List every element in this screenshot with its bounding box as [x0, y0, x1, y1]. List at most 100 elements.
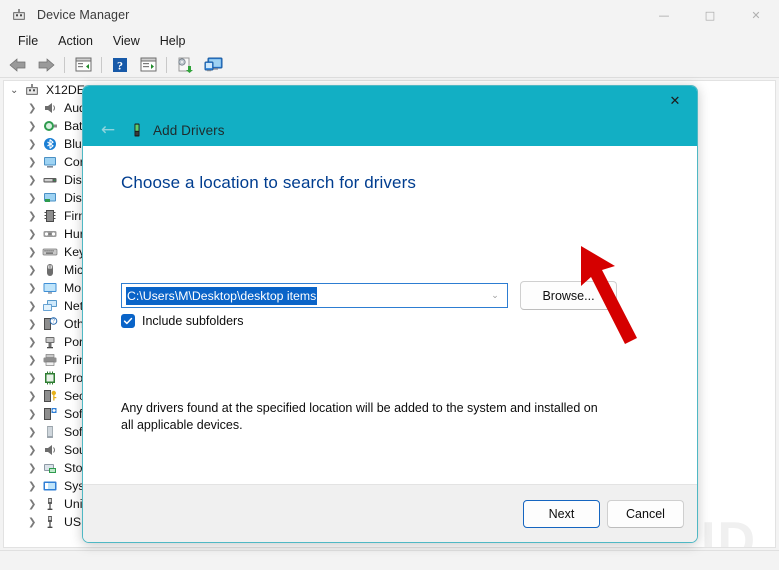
location-input-value[interactable]: C:\Users\M\Desktop\desktop items — [126, 286, 318, 305]
tree-item-label: Cor — [64, 155, 84, 169]
system-device-icon — [42, 478, 58, 494]
disk-drive-icon — [42, 172, 58, 188]
menu-item-help[interactable]: Help — [150, 32, 196, 50]
computer-icon — [42, 154, 58, 170]
chevron-right-icon[interactable]: ❯ — [28, 391, 42, 402]
chevron-right-icon[interactable]: ❯ — [28, 175, 42, 186]
dialog-heading: Choose a location to search for drivers — [121, 173, 416, 192]
display-adapter-icon — [42, 190, 58, 206]
firmware-icon — [42, 208, 58, 224]
location-combobox[interactable]: C:\Users\M\Desktop\desktop items ⌄ — [121, 283, 508, 308]
chevron-right-icon[interactable]: ❯ — [28, 301, 42, 312]
chevron-right-icon[interactable]: ❯ — [28, 121, 42, 132]
chevron-right-icon[interactable]: ❯ — [28, 157, 42, 168]
dialog-body: Choose a location to search for drivers … — [83, 146, 697, 484]
software-device-icon — [42, 424, 58, 440]
tree-item-label: Uni — [64, 497, 83, 511]
include-subfolders-row[interactable]: Include subfolders — [121, 314, 243, 328]
menu-item-view[interactable]: View — [103, 32, 150, 50]
dialog-title: Add Drivers — [153, 122, 225, 138]
dialog-close-button[interactable]: ✕ — [653, 86, 697, 116]
toolbar-separator — [166, 56, 167, 73]
help-icon[interactable]: ? — [107, 54, 133, 76]
tree-item-label: Sof — [64, 425, 83, 439]
include-subfolders-checkbox[interactable] — [121, 314, 135, 328]
battery-icon — [42, 118, 58, 134]
device-icon — [129, 122, 145, 138]
chevron-right-icon[interactable]: ❯ — [28, 517, 42, 528]
sound-controller-icon — [42, 442, 58, 458]
browse-button[interactable]: Browse... — [520, 281, 617, 310]
network-adapter-icon — [42, 298, 58, 314]
menu-item-file[interactable]: File — [8, 32, 48, 50]
next-button[interactable]: Next — [523, 500, 600, 528]
device-manager-icon — [11, 7, 27, 23]
chevron-right-icon[interactable]: ❯ — [28, 355, 42, 366]
cancel-button[interactable]: Cancel — [607, 500, 684, 528]
window-controls: — □ ✕ — [641, 0, 779, 30]
tree-item-label: Sto — [64, 461, 83, 475]
add-drivers-dialog: ✕ ← Add Drivers Choose a location to sea… — [82, 85, 698, 543]
menu-bar: File Action View Help — [0, 30, 779, 52]
chevron-right-icon[interactable]: ❯ — [28, 193, 42, 204]
window-title: Device Manager — [37, 8, 130, 22]
tree-item-label: Pro — [64, 371, 84, 385]
chevron-right-icon[interactable]: ❯ — [28, 247, 42, 258]
svg-text:?: ? — [117, 58, 123, 72]
chevron-right-icon[interactable]: ❯ — [28, 265, 42, 276]
usb-icon — [42, 514, 58, 530]
dialog-header: ✕ ← Add Drivers — [83, 86, 697, 146]
dialog-nav: ← Add Drivers — [93, 116, 225, 144]
software-component-icon — [42, 406, 58, 422]
other-device-icon: ? — [42, 316, 58, 332]
mouse-icon — [42, 262, 58, 278]
processor-icon — [42, 370, 58, 386]
update-driver-icon[interactable] — [172, 54, 198, 76]
back-arrow-icon[interactable]: ← — [93, 117, 123, 143]
tree-item-label: Sof — [64, 407, 83, 421]
maximize-button[interactable]: □ — [687, 0, 733, 30]
chevron-right-icon[interactable]: ❯ — [28, 481, 42, 492]
tree-item-label: Mic — [64, 263, 84, 277]
chevron-right-icon[interactable]: ❯ — [28, 229, 42, 240]
chevron-down-icon[interactable]: ⌄ — [483, 284, 507, 307]
storage-controller-icon — [42, 460, 58, 476]
status-bar — [0, 550, 779, 570]
chevron-right-icon[interactable]: ❯ — [28, 445, 42, 456]
monitor-icon — [42, 280, 58, 296]
chevron-right-icon[interactable]: ❯ — [28, 103, 42, 114]
chevron-right-icon[interactable]: ❯ — [28, 319, 42, 330]
tree-item-label: Por — [64, 335, 84, 349]
chevron-right-icon[interactable]: ❯ — [28, 337, 42, 348]
human-interface-icon — [42, 226, 58, 242]
chevron-right-icon[interactable]: ❯ — [28, 283, 42, 294]
chevron-down-icon[interactable]: ⌄ — [10, 85, 24, 96]
watermark-logo: ID — [701, 512, 757, 548]
show-hide-console-tree-icon[interactable] — [70, 54, 96, 76]
audio-icon — [42, 100, 58, 116]
bluetooth-icon — [42, 136, 58, 152]
dialog-footer: Next Cancel — [83, 484, 697, 542]
back-arrow-icon[interactable] — [5, 54, 31, 76]
scan-hardware-changes-icon[interactable] — [200, 54, 226, 76]
tree-item-label: Net — [64, 299, 84, 313]
tree-item-label: Blu — [64, 137, 82, 151]
chevron-right-icon[interactable]: ❯ — [28, 409, 42, 420]
forward-arrow-icon[interactable] — [33, 54, 59, 76]
minimize-button[interactable]: — — [641, 0, 687, 30]
chevron-right-icon[interactable]: ❯ — [28, 427, 42, 438]
chevron-right-icon[interactable]: ❯ — [28, 211, 42, 222]
close-button[interactable]: ✕ — [733, 0, 779, 30]
properties-icon[interactable] — [135, 54, 161, 76]
toolbar: ? — [0, 52, 779, 78]
chevron-right-icon[interactable]: ❯ — [28, 373, 42, 384]
chevron-right-icon[interactable]: ❯ — [28, 463, 42, 474]
menu-item-action[interactable]: Action — [48, 32, 103, 50]
tree-item-label: Mo — [64, 281, 82, 295]
chevron-right-icon[interactable]: ❯ — [28, 139, 42, 150]
toolbar-separator — [101, 56, 102, 73]
printer-icon — [42, 352, 58, 368]
dialog-note-text: Any drivers found at the specified locat… — [121, 401, 598, 432]
chevron-right-icon[interactable]: ❯ — [28, 499, 42, 510]
include-subfolders-label: Include subfolders — [142, 314, 244, 328]
